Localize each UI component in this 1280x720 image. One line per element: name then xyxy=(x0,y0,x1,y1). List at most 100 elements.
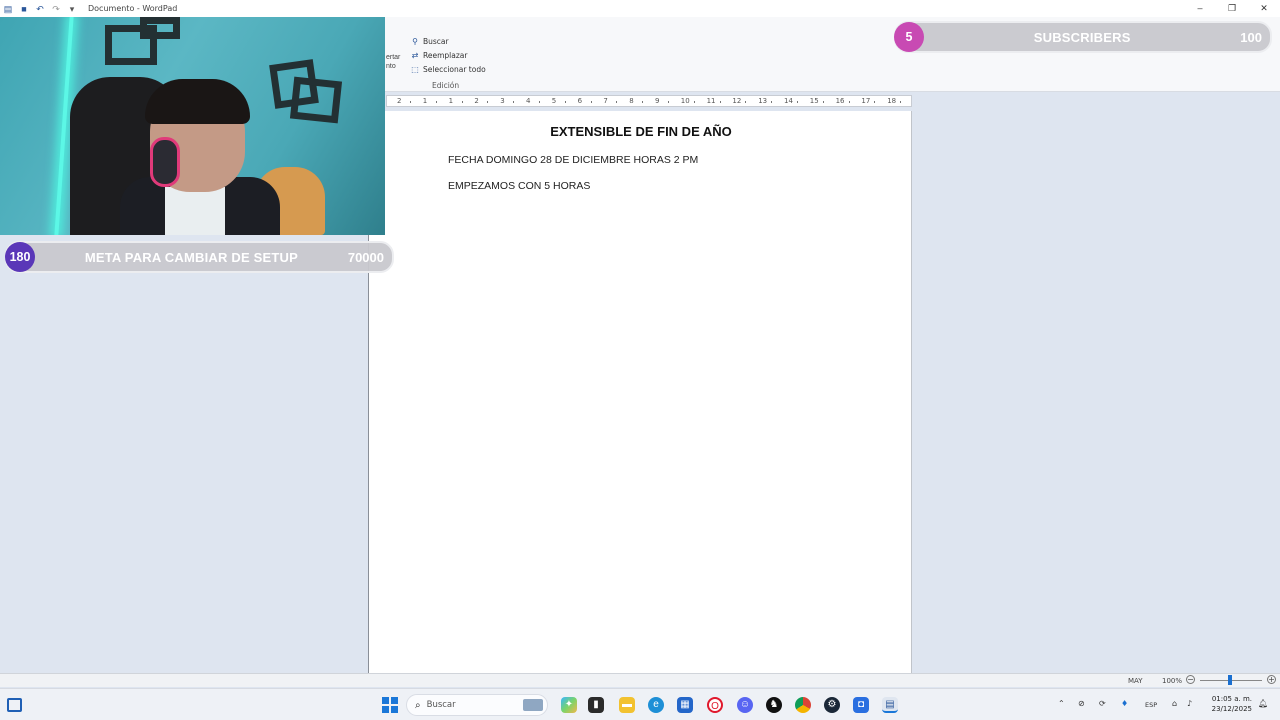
ruler-label: 1 xyxy=(422,97,428,105)
camera-off-icon[interactable]: ⊘ xyxy=(1078,699,1085,708)
ruler-label: 7 xyxy=(603,97,608,105)
select-all-button[interactable]: ⬚ Seleccionar todo xyxy=(410,62,486,76)
binoculars-icon: ⚲ xyxy=(412,36,418,46)
wordpad-taskbar-icon[interactable]: ▤ xyxy=(882,697,898,713)
subscribers-goal-bar: 5 SUBSCRIBERS 100 xyxy=(894,21,1272,53)
ruler-tick xyxy=(642,101,644,103)
title-bar: ▤ ■ ↶ ↷ ▾ Documento - WordPad – ❐ ✕ xyxy=(0,0,1280,17)
ruler-tick xyxy=(668,101,669,103)
ruler-tick xyxy=(745,101,747,103)
setup-goal-bar: 180 META PARA CAMBIAR DE SETUP 70000 xyxy=(5,241,394,273)
file-explorer-icon[interactable]: ▬ xyxy=(619,697,635,713)
ruler-label: 4 xyxy=(526,97,531,105)
system-clock[interactable]: 01:05 a. m. 23/12/2025 xyxy=(1208,694,1252,714)
chrome-icon[interactable] xyxy=(795,697,811,713)
microphone-icon[interactable]: ♦ xyxy=(1121,699,1128,708)
steam-icon[interactable]: ⚙ xyxy=(824,697,840,713)
sync-icon[interactable]: ⟳ xyxy=(1099,699,1106,708)
document-line[interactable]: EMPEZAMOS CON 5 HORAS xyxy=(448,180,590,192)
discord-icon[interactable]: ☺ xyxy=(737,697,753,713)
store-icon[interactable]: ▦ xyxy=(677,697,693,713)
zoom-slider-thumb[interactable] xyxy=(1227,675,1232,685)
wordpad-app-icon[interactable]: ▤ xyxy=(3,4,13,14)
ruler-label: 9 xyxy=(655,97,660,105)
widgets-icon[interactable] xyxy=(7,698,22,712)
replace-button[interactable]: ⇄ Reemplazar xyxy=(410,48,486,62)
input-language[interactable]: ESP xyxy=(1145,701,1157,709)
edge-icon[interactable]: e xyxy=(648,697,664,713)
ruler-label: 2 xyxy=(397,97,402,105)
ruler-tick xyxy=(797,101,798,103)
wall-frame xyxy=(140,17,180,39)
subscribers-goal-target: 100 xyxy=(1240,29,1262,45)
network-icon[interactable]: ⌂ xyxy=(1172,699,1177,708)
app-icon[interactable]: ◘ xyxy=(853,697,869,713)
volume-icon[interactable]: ♪ xyxy=(1187,699,1192,708)
show-hidden-icons-icon[interactable]: ⌃ xyxy=(1058,699,1065,708)
start-button[interactable] xyxy=(382,697,398,713)
subscribers-goal-current: 5 xyxy=(894,22,924,52)
taskbar-search[interactable]: ⌕ Buscar xyxy=(406,694,548,716)
ruler-tick xyxy=(874,101,876,103)
select-all-label: Seleccionar todo xyxy=(423,64,486,74)
edit-group-label: Edición xyxy=(432,81,460,90)
ruler-tick xyxy=(513,101,515,103)
window-controls: – ❐ ✕ xyxy=(1184,0,1280,17)
ruler-tick xyxy=(461,101,463,103)
close-button[interactable]: ✕ xyxy=(1248,0,1280,17)
wall-frame xyxy=(289,76,343,124)
ruler-label: 5 xyxy=(551,97,557,105)
game-app-icon[interactable]: ♞ xyxy=(766,697,782,713)
ruler-tick xyxy=(616,101,618,103)
redo-icon[interactable]: ↷ xyxy=(51,4,61,14)
zoom-out-icon[interactable]: − xyxy=(1186,675,1195,684)
ruler-tick xyxy=(848,101,850,103)
opera-icon[interactable]: O xyxy=(707,697,723,713)
customize-quick-access-icon[interactable]: ▾ xyxy=(67,4,77,14)
document-heading[interactable]: EXTENSIBLE DE FIN DE AÑO xyxy=(369,124,913,139)
ruler-tick xyxy=(900,101,902,103)
ruler[interactable]: 2 1 1 2 3 4 5 6 7 8 9 10 11 12 13 14 15 16 17 18 xyxy=(386,95,912,107)
search-placeholder: Buscar xyxy=(426,700,456,710)
caps-lock-indicator: MAY xyxy=(1128,677,1143,685)
save-icon[interactable]: ■ xyxy=(19,4,29,14)
clock-time: 01:05 a. m. xyxy=(1211,695,1252,703)
ruler-label: 17 xyxy=(861,97,871,105)
find-label: Buscar xyxy=(423,36,449,46)
replace-label: Reemplazar xyxy=(423,50,468,60)
maximize-button[interactable]: ❐ xyxy=(1216,0,1248,17)
ruler-tick xyxy=(590,101,592,103)
ruler-tick xyxy=(435,101,437,103)
clock-date: 23/12/2025 xyxy=(1211,705,1252,713)
zoom-in-icon[interactable]: + xyxy=(1267,675,1276,684)
ruler-label: 3 xyxy=(500,97,505,105)
paste-group-fragment[interactable]: ertar nto xyxy=(386,53,400,71)
ruler-label: 8 xyxy=(629,97,634,105)
taskbar: ⌕ Buscar ✦ ▮ ▬ e ▦ O ☺ ♞ ⚙ ◘ ▤ ⌃ ⊘ ⟳ ♦ E… xyxy=(0,688,1280,720)
copilot-icon[interactable]: ✦ xyxy=(561,697,577,713)
document-line[interactable]: FECHA DOMINGO 28 DE DICIEMBRE HORAS 2 PM xyxy=(448,154,698,166)
document-page[interactable]: EXTENSIBLE DE FIN DE AÑO FECHA DOMINGO 2… xyxy=(368,111,912,673)
ruler-label: 6 xyxy=(577,97,583,105)
ruler-label: 1 xyxy=(448,97,454,105)
search-icon: ⌕ xyxy=(415,699,421,711)
paste-label-part-1: ertar xyxy=(386,54,401,61)
undo-icon[interactable]: ↶ xyxy=(35,4,45,14)
replace-icon: ⇄ xyxy=(411,50,419,60)
ruler-label: 15 xyxy=(809,97,819,105)
ruler-label: 10 xyxy=(680,97,690,105)
ruler-label: 2 xyxy=(474,97,479,105)
select-all-icon: ⬚ xyxy=(411,64,419,74)
setup-goal-label: META PARA CAMBIAR DE SETUP xyxy=(84,249,299,265)
ruler-label: 14 xyxy=(784,97,793,105)
ruler-tick xyxy=(539,101,540,103)
find-button[interactable]: ⚲ Buscar xyxy=(410,34,486,48)
notification-bell-icon[interactable]: 🔔︎ xyxy=(1258,699,1268,708)
webcam-overlay xyxy=(0,17,385,235)
ruler-tick xyxy=(771,101,773,103)
ruler-label: 13 xyxy=(758,97,768,105)
terminal-icon[interactable]: ▮ xyxy=(588,697,604,713)
setup-goal-target: 70000 xyxy=(347,249,384,265)
minimize-button[interactable]: – xyxy=(1184,0,1216,17)
ruler-label: 11 xyxy=(706,97,716,105)
